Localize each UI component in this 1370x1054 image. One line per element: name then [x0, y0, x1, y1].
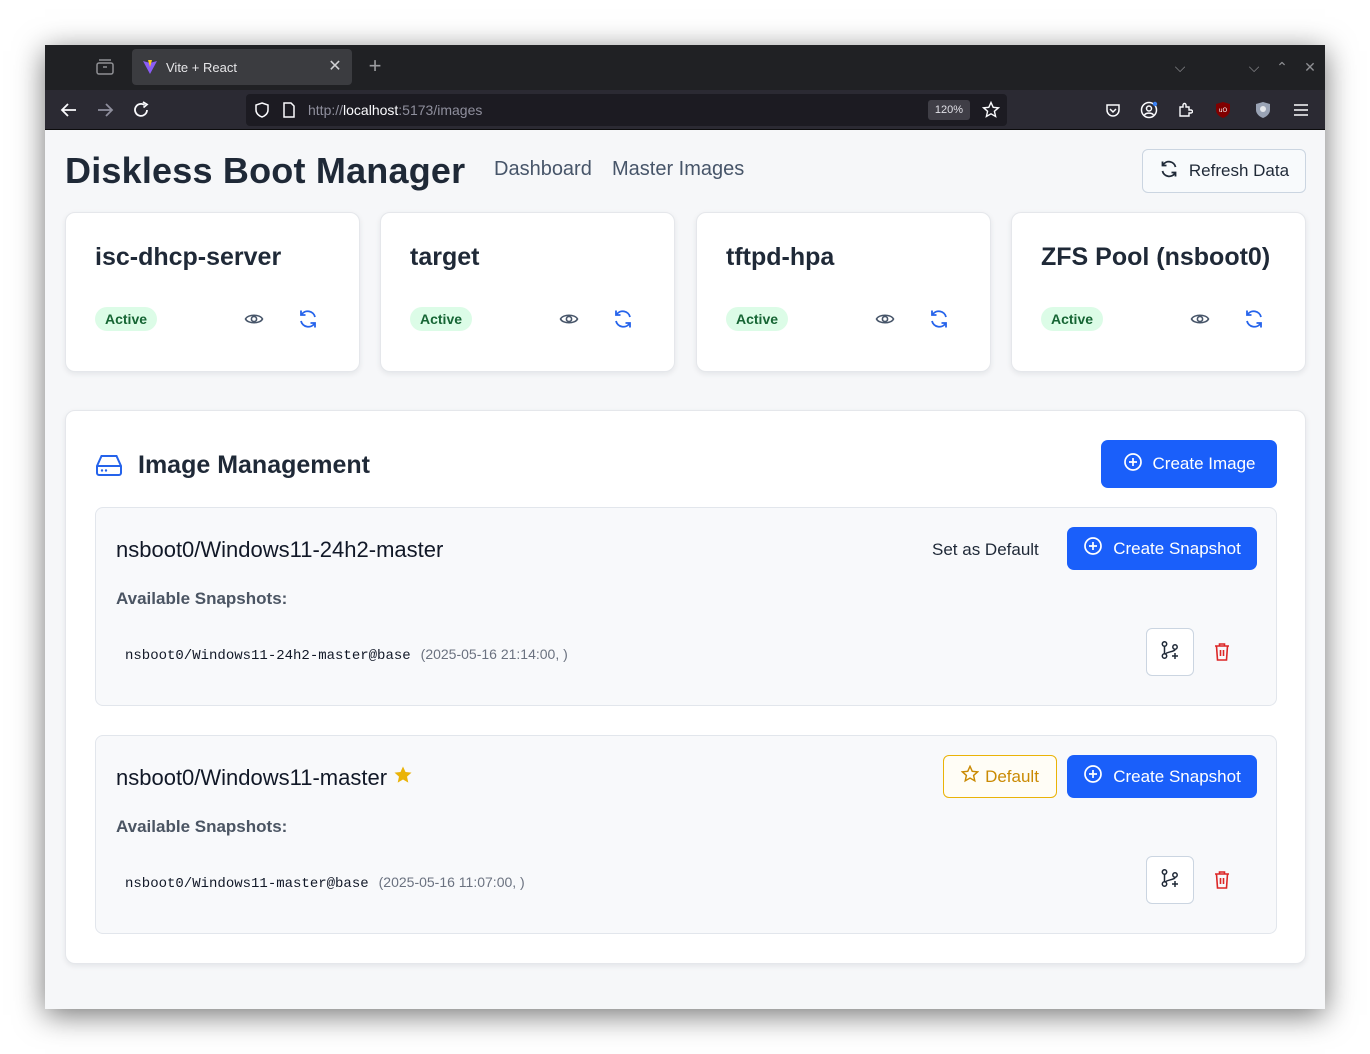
reload-icon[interactable] — [129, 98, 153, 122]
service-name: target — [410, 243, 480, 271]
star-outline-icon — [960, 764, 980, 788]
clone-snapshot-button[interactable] — [1146, 628, 1194, 676]
new-tab-icon[interactable]: + — [363, 55, 387, 79]
status-badge: Active — [1041, 307, 1104, 331]
snapshot-name: nsboot0/Windows11-24h2-master@base — [125, 648, 411, 664]
zoom-level[interactable]: 120% — [928, 100, 970, 120]
service-name: tftpd-hpa — [726, 243, 835, 271]
maximize-icon[interactable]: ⌃ — [1272, 57, 1292, 77]
extensions-icon[interactable] — [1173, 98, 1197, 122]
bookmark-star-icon[interactable] — [981, 100, 1001, 124]
restart-icon[interactable] — [1243, 308, 1265, 330]
ublock-icon[interactable]: uO — [1211, 98, 1235, 122]
status-badge: Active — [95, 307, 158, 331]
plus-circle-icon — [1123, 452, 1143, 477]
plus-circle-icon — [1083, 764, 1103, 789]
tab-bar: Vite + React ✕ + ⌵ ⌵ ⌃ ✕ — [45, 45, 1325, 90]
snapshot-meta: (2025-05-16 21:14:00, ) — [420, 646, 568, 662]
browser-tab[interactable]: Vite + React ✕ — [132, 49, 352, 85]
create-image-label: Create Image — [1152, 454, 1256, 473]
eye-icon[interactable] — [1190, 309, 1210, 329]
tab-title: Vite + React — [166, 59, 237, 75]
svg-text:uO: uO — [1219, 107, 1228, 114]
forward-arrow-icon[interactable] — [93, 98, 117, 122]
create-snapshot-label: Create Snapshot — [1113, 538, 1241, 558]
nav-link-dashboard[interactable]: Dashboard — [494, 158, 592, 181]
status-badge: Active — [410, 307, 473, 331]
image-management-panel: Image Management Create Image nsboot0/Wi… — [65, 410, 1306, 964]
shield-icon[interactable] — [254, 102, 270, 123]
eye-icon[interactable] — [244, 309, 264, 329]
page-icon[interactable] — [282, 102, 296, 123]
vite-logo-icon — [142, 59, 158, 75]
eye-icon[interactable] — [875, 309, 895, 329]
set-as-default-button[interactable]: Set as Default — [932, 540, 1039, 560]
plus-circle-icon — [1083, 536, 1103, 561]
menu-icon[interactable] — [1289, 98, 1313, 122]
service-name: isc-dhcp-server — [95, 243, 282, 271]
refresh-icon — [1159, 159, 1179, 184]
pocket-icon[interactable] — [1101, 98, 1125, 122]
status-badge: Active — [726, 307, 789, 331]
default-label: Default — [985, 766, 1039, 786]
snapshots-label: Available Snapshots: — [116, 589, 288, 608]
image-card: nsboot0/Windows11-master Default Create … — [95, 735, 1277, 934]
service-card: tftpd-hpa Active — [696, 212, 991, 372]
snapshot-row: nsboot0/Windows11-24h2-master@base (2025… — [125, 646, 568, 664]
trash-icon[interactable] — [1213, 870, 1233, 892]
hard-drive-icon — [95, 452, 123, 478]
trash-icon[interactable] — [1213, 642, 1233, 664]
service-name: ZFS Pool (nsboot0) — [1041, 243, 1271, 271]
service-card: ZFS Pool (nsboot0) Active — [1011, 212, 1306, 372]
eye-icon[interactable] — [559, 309, 579, 329]
refresh-data-button[interactable]: Refresh Data — [1142, 149, 1306, 193]
snapshot-name: nsboot0/Windows11-master@base — [125, 876, 369, 892]
url-text[interactable]: http://localhost:5173/images — [308, 102, 482, 118]
restart-icon[interactable] — [928, 308, 950, 330]
minimize-icon[interactable]: ⌵ — [1244, 57, 1264, 77]
section-title: Image Management — [138, 451, 371, 479]
restart-icon[interactable] — [612, 308, 634, 330]
create-snapshot-button[interactable]: Create Snapshot — [1067, 755, 1257, 798]
snapshot-meta: (2025-05-16 11:07:00, ) — [378, 874, 525, 890]
default-badge[interactable]: Default — [943, 755, 1057, 798]
refresh-data-label: Refresh Data — [1188, 161, 1290, 180]
image-name: nsboot0/Windows11-master — [116, 765, 413, 791]
close-window-icon[interactable]: ✕ — [1300, 57, 1320, 77]
git-branch-plus-icon — [1160, 640, 1180, 665]
tab-list-icon[interactable] — [95, 58, 115, 76]
git-branch-plus-icon — [1160, 868, 1180, 893]
service-card: target Active — [380, 212, 675, 372]
tab-overflow-icon[interactable]: ⌵ — [1170, 57, 1190, 77]
browser-window: Vite + React ✕ + ⌵ ⌵ ⌃ ✕ http://localhos… — [45, 45, 1325, 1009]
image-card: nsboot0/Windows11-24h2-master Set as Def… — [95, 507, 1277, 706]
default-star-icon — [393, 765, 413, 791]
clone-snapshot-button[interactable] — [1146, 856, 1194, 904]
snapshots-label: Available Snapshots: — [116, 817, 288, 836]
page-content: Diskless Boot Manager Dashboard Master I… — [45, 130, 1325, 1009]
restart-icon[interactable] — [297, 308, 319, 330]
image-name: nsboot0/Windows11-24h2-master — [116, 537, 444, 562]
account-icon[interactable] — [1137, 98, 1161, 122]
nav-bar: http://localhost:5173/images 120% uO — [45, 90, 1325, 130]
privacy-badger-icon[interactable] — [1251, 98, 1275, 122]
page-title: Diskless Boot Manager — [65, 150, 466, 191]
snapshot-row: nsboot0/Windows11-master@base (2025-05-1… — [125, 874, 525, 892]
back-arrow-icon[interactable] — [57, 98, 81, 122]
create-image-button[interactable]: Create Image — [1101, 440, 1277, 488]
address-bar[interactable]: http://localhost:5173/images 120% — [246, 94, 1007, 126]
service-card: isc-dhcp-server Active — [65, 212, 360, 372]
create-snapshot-label: Create Snapshot — [1113, 766, 1241, 786]
close-tab-icon[interactable]: ✕ — [324, 56, 346, 78]
create-snapshot-button[interactable]: Create Snapshot — [1067, 527, 1257, 570]
nav-link-master-images[interactable]: Master Images — [612, 158, 744, 181]
